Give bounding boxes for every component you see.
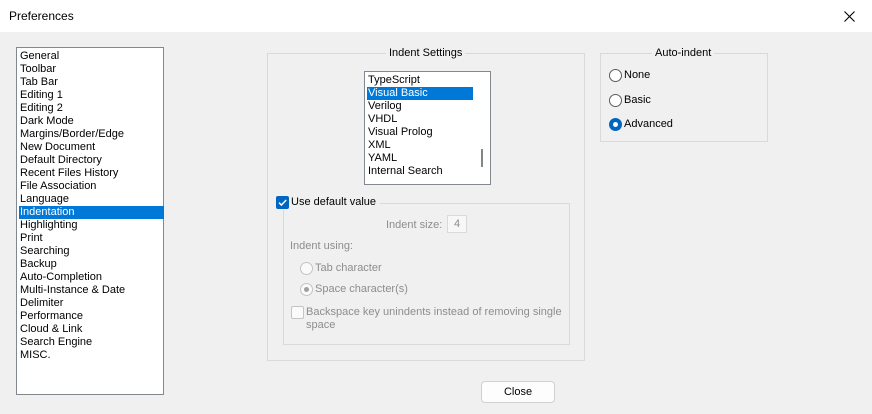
check-icon [278,199,287,207]
category-item-search-engine[interactable]: Search Engine [19,336,164,349]
tab-character-label[interactable]: Tab character [315,262,382,275]
backspace-unindent-label-line1[interactable]: Backspace key unindents instead of remov… [306,306,562,319]
auto-indent-advanced-radio[interactable] [609,118,622,131]
auto-indent-basic-radio[interactable] [609,94,622,107]
space-character-label[interactable]: Space character(s) [315,283,408,296]
category-item-indentation[interactable]: Indentation [19,206,164,219]
category-item-margins[interactable]: Margins/Border/Edge [19,128,164,141]
language-list-scrollbar[interactable] [474,72,490,184]
tab-character-radio[interactable] [300,262,313,275]
indent-settings-title: Indent Settings [386,47,466,59]
language-item-yaml[interactable]: YAML [367,152,473,165]
indent-size-field[interactable]: 4 [447,215,467,233]
category-item-print[interactable]: Print [19,232,164,245]
category-item-tab-bar[interactable]: Tab Bar [19,76,164,89]
auto-indent-none-label[interactable]: None [624,69,650,82]
category-item-searching[interactable]: Searching [19,245,164,258]
language-item-visual-prolog[interactable]: Visual Prolog [367,126,473,139]
language-item-visual-basic[interactable]: Visual Basic [367,87,473,100]
category-item-delimiter[interactable]: Delimiter [19,297,164,310]
category-item-editing-1[interactable]: Editing 1 [19,89,164,102]
space-character-radio[interactable] [300,283,313,296]
auto-indent-title: Auto-indent [652,47,715,59]
language-item-vhdl[interactable]: VHDL [367,113,473,126]
language-item-xml[interactable]: XML [367,139,473,152]
category-item-new-document[interactable]: New Document [19,141,164,154]
title-bar: Preferences [0,0,872,32]
close-icon [843,10,855,22]
category-item-default-directory[interactable]: Default Directory [19,154,164,167]
category-item-editing-2[interactable]: Editing 2 [19,102,164,115]
language-item-typescript[interactable]: TypeScript [367,74,473,87]
category-item-performance[interactable]: Performance [19,310,164,323]
window-title: Preferences [9,9,74,23]
category-item-misc[interactable]: MISC. [19,349,164,362]
auto-indent-advanced-label[interactable]: Advanced [624,118,673,131]
language-item-verilog[interactable]: Verilog [367,100,473,113]
backspace-unindent-label-line2[interactable]: space [306,319,335,332]
auto-indent-none-radio[interactable] [609,69,622,82]
category-list[interactable]: General Toolbar Tab Bar Editing 1 Editin… [16,47,164,395]
category-item-cloud-link[interactable]: Cloud & Link [19,323,164,336]
category-item-backup[interactable]: Backup [19,258,164,271]
category-item-dark-mode[interactable]: Dark Mode [19,115,164,128]
language-item-internal-search[interactable]: Internal Search [367,165,473,178]
close-window-button[interactable] [826,0,872,32]
indent-using-label: Indent using: [290,240,353,252]
category-item-multi-instance[interactable]: Multi-Instance & Date [19,284,164,297]
category-item-recent-files[interactable]: Recent Files History [19,167,164,180]
category-item-language[interactable]: Language [19,193,164,206]
close-button[interactable]: Close [481,381,555,403]
auto-indent-basic-label[interactable]: Basic [624,94,651,107]
language-list[interactable]: TypeScript Visual Basic Verilog VHDL Vis… [364,71,491,185]
category-item-auto-completion[interactable]: Auto-Completion [19,271,164,284]
category-item-toolbar[interactable]: Toolbar [19,63,164,76]
use-default-label[interactable]: Use default value [291,196,376,209]
indent-size-label: Indent size: [386,219,443,231]
backspace-unindent-checkbox[interactable] [291,306,304,319]
use-default-checkbox[interactable] [276,196,289,209]
category-item-file-association[interactable]: File Association [19,180,164,193]
category-item-general[interactable]: General [19,50,164,63]
scrollbar-thumb[interactable] [481,149,483,167]
category-item-highlighting[interactable]: Highlighting [19,219,164,232]
